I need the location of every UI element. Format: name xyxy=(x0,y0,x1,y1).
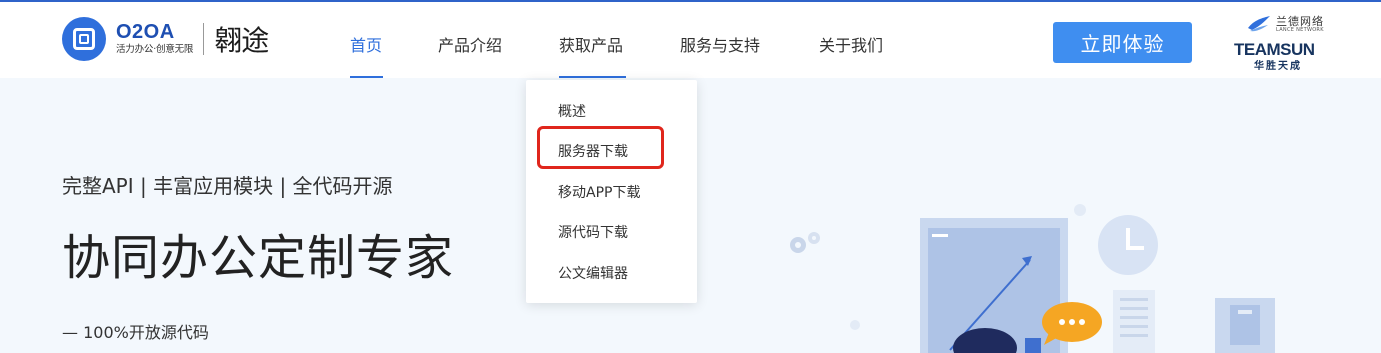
dropdown-item-mobile-app-download[interactable]: 移动APP下载 xyxy=(558,182,640,202)
o2oa-logo[interactable]: O2OA 活力办公·创意无限 翱途 xyxy=(62,16,269,62)
archive-icon xyxy=(1215,298,1275,353)
document-icon xyxy=(1113,290,1155,353)
hero-note: — 100%开放源代码 xyxy=(62,323,209,342)
logo-divider xyxy=(203,23,205,55)
dropdown-item-source-code-download[interactable]: 源代码下载 xyxy=(558,222,628,242)
hero-subtitle: 完整API | 丰富应用模块 | 全代码开源 xyxy=(62,174,393,198)
clock-icon xyxy=(1098,215,1158,275)
highlight-box xyxy=(537,126,664,169)
nav-item-home[interactable]: 首页 xyxy=(350,32,382,56)
brand-name: 翱途 xyxy=(214,24,269,57)
hero-title: 协同办公定制专家 xyxy=(62,230,455,286)
dropdown-item-overview[interactable]: 概述 xyxy=(558,101,586,121)
huasheng-name: 华胜天成 xyxy=(1254,61,1302,72)
chat-bubble-icon xyxy=(1042,302,1102,345)
lance-bird-icon xyxy=(1248,16,1270,32)
logo-text: O2OA 活力办公·创意无限 xyxy=(116,22,193,56)
logo-name: O2OA xyxy=(116,21,175,43)
try-now-button[interactable]: 立即体验 xyxy=(1053,22,1192,63)
lance-name-en: LANCE NETWORK xyxy=(1276,27,1324,33)
get-product-dropdown: 概述 服务器下载 移动APP下载 源代码下载 公文编辑器 xyxy=(526,80,697,303)
nav-item-about-us[interactable]: 关于我们 xyxy=(819,32,883,56)
site-header: O2OA 活力办公·创意无限 翱途 首页 产品介绍 获取产品 服务与支持 关于我… xyxy=(0,2,1381,78)
nav-item-service-support[interactable]: 服务与支持 xyxy=(680,32,760,56)
logo-slogan: 活力办公·创意无限 xyxy=(116,44,194,55)
nav-item-get-product[interactable]: 获取产品 xyxy=(559,32,623,56)
gears-icon xyxy=(790,232,820,253)
dropdown-item-document-editor[interactable]: 公文编辑器 xyxy=(558,263,628,283)
nav-active-underline xyxy=(350,76,383,78)
nav-hover-underline xyxy=(559,76,626,78)
partner-logo[interactable]: 兰德网络 LANCE NETWORK TEAMSUN 华胜天成 xyxy=(1232,12,1344,72)
hero-illustration xyxy=(790,204,1275,353)
o2oa-logo-icon xyxy=(62,17,106,61)
nav-item-product-intro[interactable]: 产品介绍 xyxy=(438,32,502,56)
